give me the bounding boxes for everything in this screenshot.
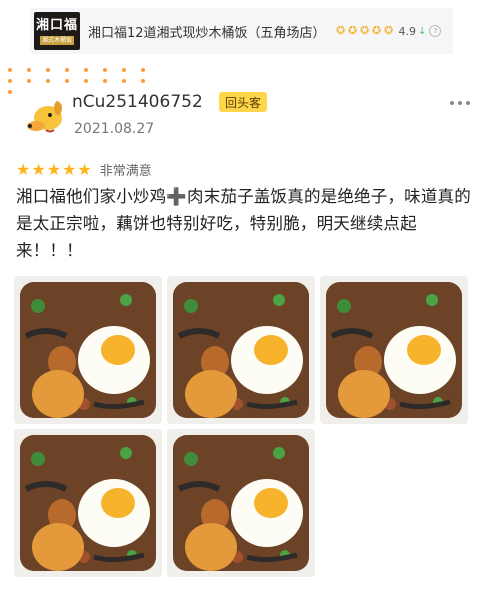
store-name[interactable]: 湘口福12道湘式现炒木桶饭（五角场店） [88, 22, 326, 41]
star-icon: ★ [77, 159, 92, 179]
star-icon: ✪ [359, 24, 370, 37]
food-photo-icon [167, 276, 315, 424]
food-photo-icon [14, 276, 162, 424]
food-photo-icon [320, 276, 468, 424]
review-photo-1[interactable] [14, 276, 162, 424]
star-icon: ✪ [335, 24, 346, 37]
store-rating-stars: ✪ ✪ ✪ ✪ ✪ [335, 24, 394, 37]
store-logo-text: 湘口福 [35, 17, 78, 33]
star-icon: ✪ [347, 24, 358, 37]
arrow-down-icon: ↓ [418, 25, 427, 37]
question-icon[interactable]: ? [429, 25, 442, 37]
food-photo-icon [167, 429, 315, 577]
review-photo-5[interactable] [167, 429, 315, 577]
review-text: 湘口福他们家小炒鸡➕肉末茄子盖饭真的是绝绝子，味道真的是太正宗啦，藕饼也特别好吃… [16, 187, 471, 260]
store-score: 4.9 [398, 24, 417, 38]
star-icon: ✪ [371, 24, 382, 37]
star-icon: ★ [62, 159, 77, 179]
review-photo-2[interactable] [167, 276, 315, 424]
star-icon: ✪ [383, 24, 394, 37]
rating-stars: ★ ★ ★ ★ ★ [16, 159, 92, 179]
star-icon: ★ [46, 159, 62, 179]
review-photo-4[interactable] [14, 429, 162, 577]
avatar[interactable] [22, 96, 66, 140]
review-rating: ★ ★ ★ ★ ★ 非常满意 [16, 160, 152, 179]
store-logo: 湘口福 湘式木桶饭 [34, 12, 80, 50]
rating-label: 非常满意 [99, 164, 152, 179]
username[interactable]: nCu251406752 [72, 92, 203, 112]
food-photo-icon [14, 429, 162, 577]
star-icon: ★ [16, 159, 31, 179]
store-logo-subtext: 湘式木桶饭 [39, 35, 74, 45]
store-card[interactable]: 湘口福 湘式木桶饭 湘口福12道湘式现炒木桶饭（五角场店） ✪ ✪ ✪ ✪ ✪ … [30, 8, 453, 54]
review-date: 2021.08.27 [74, 121, 155, 137]
more-options-icon[interactable] [450, 101, 470, 105]
review-photo-3[interactable] [320, 276, 468, 424]
dog-avatar-icon [27, 101, 62, 133]
returning-customer-badge: 回头客 [219, 92, 268, 112]
star-icon: ★ [31, 159, 46, 179]
